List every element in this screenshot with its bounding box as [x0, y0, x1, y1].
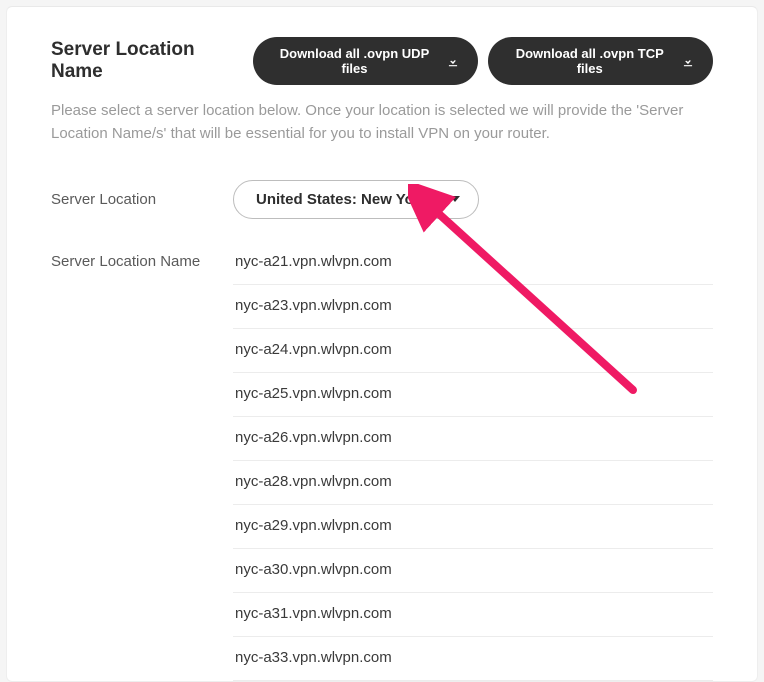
server-location-value: United States: New York	[256, 191, 428, 208]
server-name-label: Server Location Name	[51, 249, 233, 681]
server-item[interactable]: nyc-a26.vpn.wlvpn.com	[233, 417, 713, 461]
server-list: nyc-a21.vpn.wlvpn.comnyc-a23.vpn.wlvpn.c…	[233, 249, 713, 681]
server-item[interactable]: nyc-a28.vpn.wlvpn.com	[233, 461, 713, 505]
server-item[interactable]: nyc-a21.vpn.wlvpn.com	[233, 249, 713, 285]
server-location-panel: Server Location Name Download all .ovpn …	[6, 6, 758, 682]
server-name-row: Server Location Name nyc-a21.vpn.wlvpn.c…	[51, 249, 713, 681]
server-location-row: Server Location United States: New York	[51, 180, 713, 219]
server-item[interactable]: nyc-a31.vpn.wlvpn.com	[233, 593, 713, 637]
server-item[interactable]: nyc-a25.vpn.wlvpn.com	[233, 373, 713, 417]
server-item[interactable]: nyc-a23.vpn.wlvpn.com	[233, 285, 713, 329]
download-icon	[446, 54, 460, 68]
page-title: Server Location Name	[51, 39, 243, 83]
download-icon	[681, 54, 695, 68]
server-item[interactable]: nyc-a30.vpn.wlvpn.com	[233, 549, 713, 593]
server-location-label: Server Location	[51, 191, 233, 208]
download-button-group: Download all .ovpn UDP files Download al…	[253, 37, 713, 85]
server-item[interactable]: nyc-a24.vpn.wlvpn.com	[233, 329, 713, 373]
server-location-select[interactable]: United States: New York	[233, 180, 479, 219]
server-item[interactable]: nyc-a29.vpn.wlvpn.com	[233, 505, 713, 549]
download-udp-label: Download all .ovpn UDP files	[271, 46, 439, 76]
description-text: Please select a server location below. O…	[51, 99, 701, 146]
download-udp-button[interactable]: Download all .ovpn UDP files	[253, 37, 479, 85]
download-tcp-label: Download all .ovpn TCP files	[506, 46, 673, 76]
server-item[interactable]: nyc-a33.vpn.wlvpn.com	[233, 637, 713, 681]
chevron-down-icon	[450, 196, 460, 202]
header-row: Server Location Name Download all .ovpn …	[51, 37, 713, 85]
download-tcp-button[interactable]: Download all .ovpn TCP files	[488, 37, 713, 85]
